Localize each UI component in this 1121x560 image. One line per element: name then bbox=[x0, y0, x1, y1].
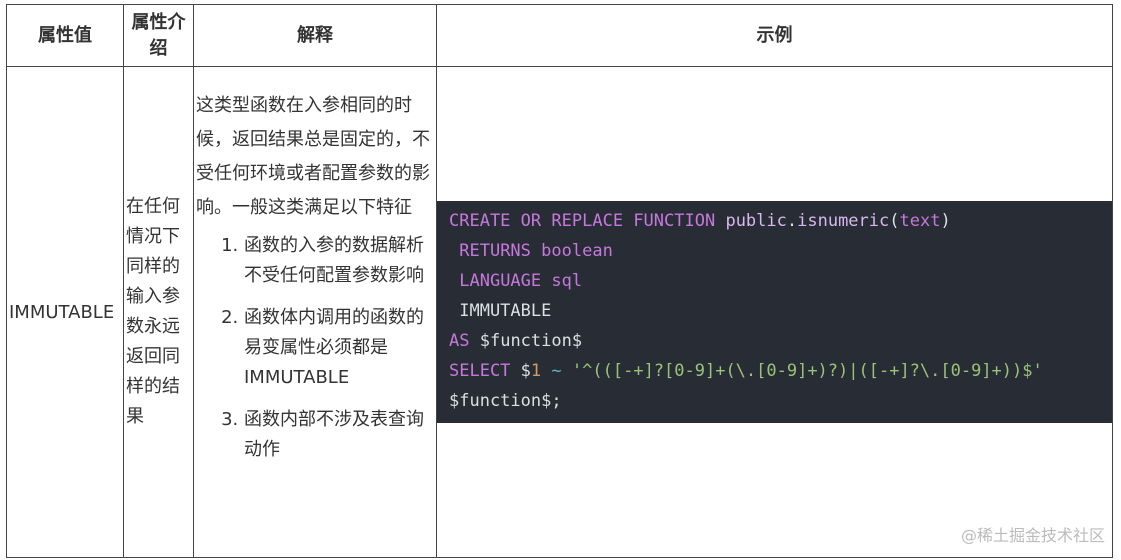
code-type: boolean bbox=[541, 241, 613, 261]
feature-item: 函数体内调用的函数的易变属性必须都是IMMUTABLE bbox=[244, 303, 434, 393]
header-explanation: 解释 bbox=[193, 4, 437, 67]
code-punct: ( bbox=[889, 211, 900, 231]
feature-item: 函数内部不涉及表查询动作 bbox=[244, 405, 434, 465]
code-text: $function$ bbox=[479, 331, 583, 351]
feature-list: 函数的入参的数据解析不受任何配置参数影响 函数体内调用的函数的易变属性必须都是I… bbox=[196, 231, 434, 465]
header-attribute-intro: 属性介绍 bbox=[123, 4, 194, 67]
code-keyword: FUNCTION bbox=[633, 211, 716, 231]
table-row: IMMUTABLE 在任何情况下同样的输入参数永远返回同样的结果 这类型函数在入… bbox=[6, 66, 1113, 558]
code-keyword: LANGUAGE bbox=[459, 271, 542, 291]
code-keyword: AS bbox=[449, 331, 470, 351]
example-cell: CREATE OR REPLACE FUNCTION public.isnume… bbox=[436, 66, 1113, 558]
code-function-name: isnumeric bbox=[797, 211, 890, 231]
code-number: 1 bbox=[530, 361, 542, 381]
watermark: @稀土掘金技术社区 bbox=[960, 526, 1105, 545]
feature-item: 函数的入参的数据解析不受任何配置参数影响 bbox=[244, 231, 434, 291]
code-text: $ bbox=[520, 361, 531, 381]
code-text: IMMUTABLE bbox=[449, 301, 552, 321]
explanation-cell: 这类型函数在入参相同的时候，返回结果总是固定的，不受任何环境或者配置参数的影响。… bbox=[193, 66, 437, 558]
code-type: text bbox=[899, 211, 941, 231]
header-example: 示例 bbox=[436, 4, 1113, 67]
header-row: 属性值 属性介绍 解释 示例 bbox=[6, 4, 1113, 67]
code-string: '^(([-+]?[0-9]+(\.[0-9]+)?)|([-+]?\.[0-9… bbox=[571, 361, 1043, 381]
code-schema: public bbox=[725, 211, 787, 231]
code-punct: ) bbox=[940, 211, 951, 231]
code-keyword: CREATE bbox=[449, 211, 511, 231]
code-punct: . bbox=[786, 211, 798, 231]
code-keyword: REPLACE bbox=[551, 211, 624, 231]
attribute-table: 属性值 属性介绍 解释 示例 IMMUTABLE 在任何情况下同样的输入参数永远… bbox=[6, 4, 1113, 558]
code-type: sql bbox=[551, 271, 583, 291]
attribute-intro-cell: 在任何情况下同样的输入参数永远返回同样的结果 bbox=[123, 66, 194, 558]
explanation-text: 这类型函数在入参相同的时候，返回结果总是固定的，不受任何环境或者配置参数的影响。… bbox=[196, 95, 430, 218]
code-keyword: RETURNS bbox=[459, 241, 531, 261]
header-attribute-value: 属性值 bbox=[6, 4, 124, 67]
attribute-value-cell: IMMUTABLE bbox=[6, 66, 124, 558]
code-keyword: SELECT bbox=[449, 361, 511, 381]
code-operator: ~ bbox=[551, 361, 562, 381]
code-text: $function$; bbox=[449, 391, 562, 411]
code-block: CREATE OR REPLACE FUNCTION public.isnume… bbox=[437, 201, 1112, 423]
code-keyword: OR bbox=[520, 211, 542, 231]
